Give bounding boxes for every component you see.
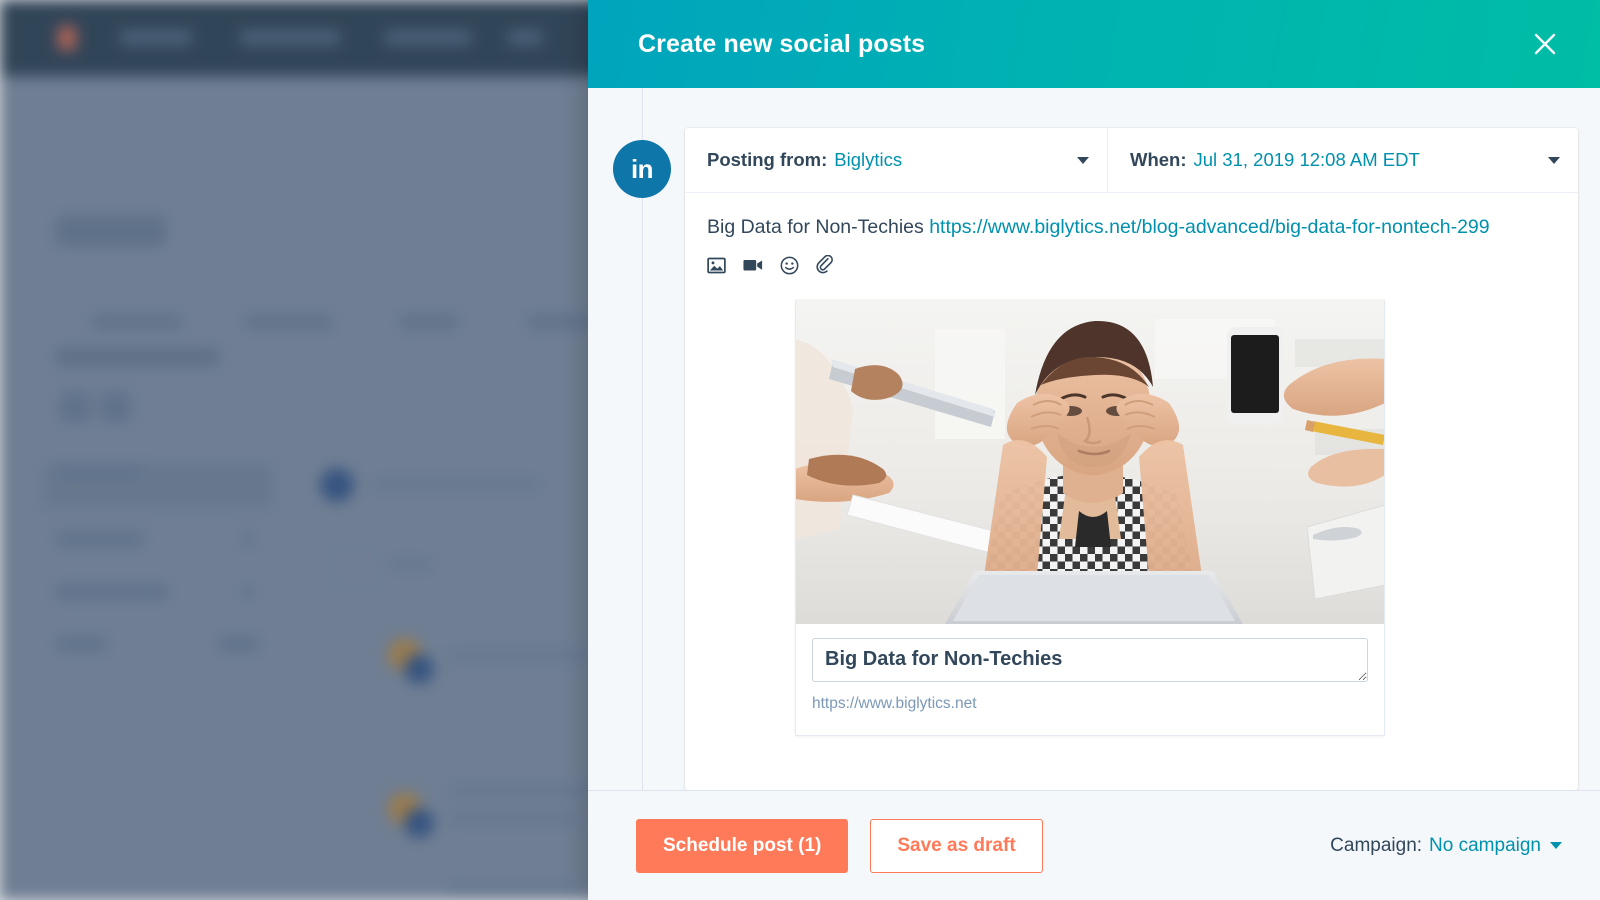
insert-video-icon[interactable] (743, 257, 763, 273)
when-value: Jul 31, 2019 12:08 AM EDT (1193, 149, 1420, 170)
linkedin-icon: in (613, 140, 671, 198)
posting-from-label: Posting from: (707, 149, 828, 170)
posting-from-value: Biglytics (834, 149, 903, 170)
modal-footer: Schedule post (1) Save as draft Campaign… (588, 790, 1600, 900)
when-label: When: (1130, 149, 1187, 170)
modal-body: in Posting from: Biglytics When: Jul 31,… (588, 88, 1600, 790)
modal-header: Create new social posts (588, 0, 1600, 88)
link-preview-title-input[interactable] (812, 638, 1368, 682)
link-preview-url: https://www.biglytics.net (812, 695, 977, 712)
composer-toolbar (685, 243, 1578, 275)
link-preview-card: https://www.biglytics.net (795, 299, 1385, 736)
posting-from-selector[interactable]: Posting from: Biglytics (685, 128, 1108, 192)
campaign-value: No campaign (1429, 834, 1541, 856)
post-body-editor[interactable]: Big Data for Non-Techies https://www.big… (685, 193, 1578, 243)
post-body-text: Big Data for Non-Techies (707, 216, 924, 238)
attach-file-icon[interactable] (816, 254, 834, 275)
post-meta-row: Posting from: Biglytics When: Jul 31, 20… (685, 128, 1578, 193)
chevron-down-icon (1077, 156, 1089, 164)
chevron-down-icon (1548, 156, 1560, 164)
link-preview-meta: https://www.biglytics.net (796, 624, 1384, 735)
linkedin-badge-label: in (630, 154, 654, 184)
chevron-down-icon (1550, 842, 1562, 849)
modal-title: Create new social posts (638, 29, 926, 58)
insert-image-icon[interactable] (707, 256, 726, 275)
schedule-post-button[interactable]: Schedule post (1) (636, 818, 849, 873)
insert-emoji-icon[interactable] (780, 256, 799, 275)
link-preview-image (796, 299, 1384, 624)
post-composer-card: Posting from: Biglytics When: Jul 31, 20… (685, 128, 1578, 790)
post-body-link[interactable]: https://www.biglytics.net/blog-advanced/… (929, 216, 1489, 238)
close-icon[interactable] (1528, 27, 1562, 61)
save-as-draft-button[interactable]: Save as draft (870, 818, 1043, 873)
campaign-selector[interactable]: Campaign: No campaign (1330, 835, 1562, 857)
campaign-label: Campaign: (1330, 834, 1423, 856)
create-social-posts-modal: Create new social posts in Posting from:… (588, 0, 1600, 900)
when-selector[interactable]: When: Jul 31, 2019 12:08 AM EDT (1108, 128, 1578, 192)
